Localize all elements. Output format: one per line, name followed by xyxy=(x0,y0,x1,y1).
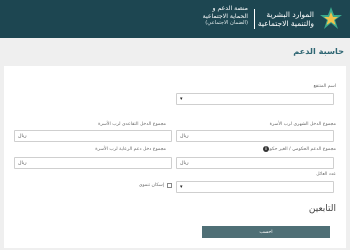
social-support-input[interactable]: ريال xyxy=(14,157,172,169)
platform-name: منصة الدعم و الحماية الاجتماعية (الضمان … xyxy=(196,5,248,28)
currency-unit: ريال xyxy=(18,160,27,166)
currency-unit: ريال xyxy=(180,160,189,166)
page-title: حاسبة الدعم xyxy=(293,46,344,56)
retirement-income-label: مجموع الدخل التقاعدي لرب الأسرة xyxy=(98,122,166,127)
dependents-section-title: التابعين xyxy=(308,204,336,214)
currency-unit: ريال xyxy=(180,133,189,139)
developmental-housing-checkbox[interactable] xyxy=(167,183,172,188)
ministry-name-line-1: الموارد البشرية xyxy=(266,10,314,19)
chevron-down-icon: ▾ xyxy=(180,184,183,190)
platform-name-line-3: (الضمان الاجتماعي) xyxy=(205,20,248,26)
monthly-income-input[interactable]: ريال xyxy=(176,130,334,142)
subsidy-income-label: مجموع الدعم الحكومي / الغير حكومي xyxy=(263,147,336,152)
developmental-housing-label: إسكان تنموي xyxy=(138,183,164,188)
beneficiary-name-select[interactable]: ▾ xyxy=(176,93,334,105)
ministry-logo-icon xyxy=(320,7,342,29)
retirement-income-input[interactable]: ريال xyxy=(14,130,172,142)
subsidy-income-input[interactable]: ريال xyxy=(176,157,334,169)
ministry-brand[interactable]: الموارد البشرية والتنمية الاجتماعية xyxy=(258,3,344,35)
platform-name-line-2: الحماية الاجتماعية xyxy=(202,12,248,20)
currency-unit: ريال xyxy=(18,133,27,139)
info-icon[interactable]: i xyxy=(263,146,269,152)
developmental-housing-option[interactable]: إسكان تنموي xyxy=(139,183,172,188)
calculate-button[interactable]: احسب xyxy=(202,226,330,238)
ministry-name: الموارد البشرية والتنمية الاجتماعية xyxy=(258,10,314,28)
platform-name-line-1: منصة الدعم و xyxy=(212,5,248,12)
ministry-name-line-2: والتنمية الاجتماعية xyxy=(257,19,314,28)
beneficiary-name-label: اسم المنتفع xyxy=(313,84,336,89)
social-support-label: مجموع دخل دعم الرعاية لرب الأسرة xyxy=(95,147,166,152)
dependents-select[interactable]: ▾ xyxy=(176,181,334,193)
dependents-label: عدد العائل xyxy=(316,172,336,177)
app-header: الموارد البشرية والتنمية الاجتماعية منصة… xyxy=(0,0,350,38)
monthly-income-label: مجموع الدخل الشهري لرب الأسرة xyxy=(269,122,336,127)
chevron-down-icon: ▾ xyxy=(180,96,183,102)
header-divider xyxy=(254,9,255,29)
